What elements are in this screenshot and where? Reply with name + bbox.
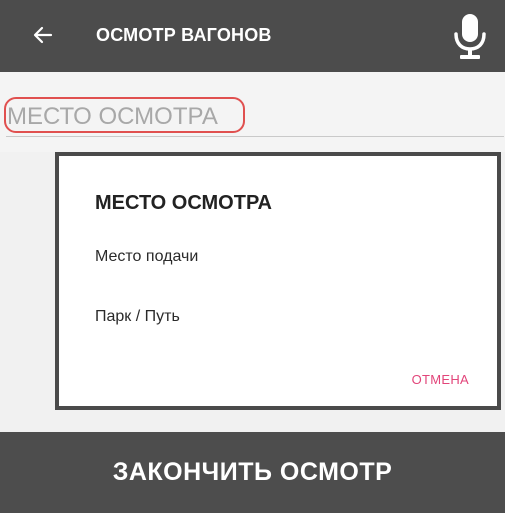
inspection-place-dialog: МЕСТО ОСМОТРА Место подачи Парк / Путь О… [55, 152, 501, 410]
dialog-option-place-of-delivery[interactable]: Место подачи [95, 248, 198, 266]
inspection-place-field-area: МЕСТО ОСМОТРА [0, 72, 505, 152]
finish-inspection-label: ЗАКОНЧИТЬ ОСМОТР [112, 458, 393, 486]
page-title: ОСМОТР ВАГОНОВ [96, 25, 272, 45]
microphone-icon [454, 14, 486, 59]
dialog-title: МЕСТО ОСМОТРА [95, 192, 272, 214]
app-bar: ОСМОТР ВАГОНОВ [0, 0, 505, 72]
cancel-button[interactable]: ОТМЕНА [412, 372, 469, 387]
arrow-left-icon [33, 26, 53, 44]
voice-input-button[interactable] [450, 10, 490, 62]
finish-inspection-button[interactable]: ЗАКОНЧИТЬ ОСМОТР [0, 432, 505, 513]
highlight-annotation [4, 97, 245, 133]
back-button[interactable] [30, 22, 56, 48]
dialog-option-park-track[interactable]: Парк / Путь [95, 308, 180, 326]
